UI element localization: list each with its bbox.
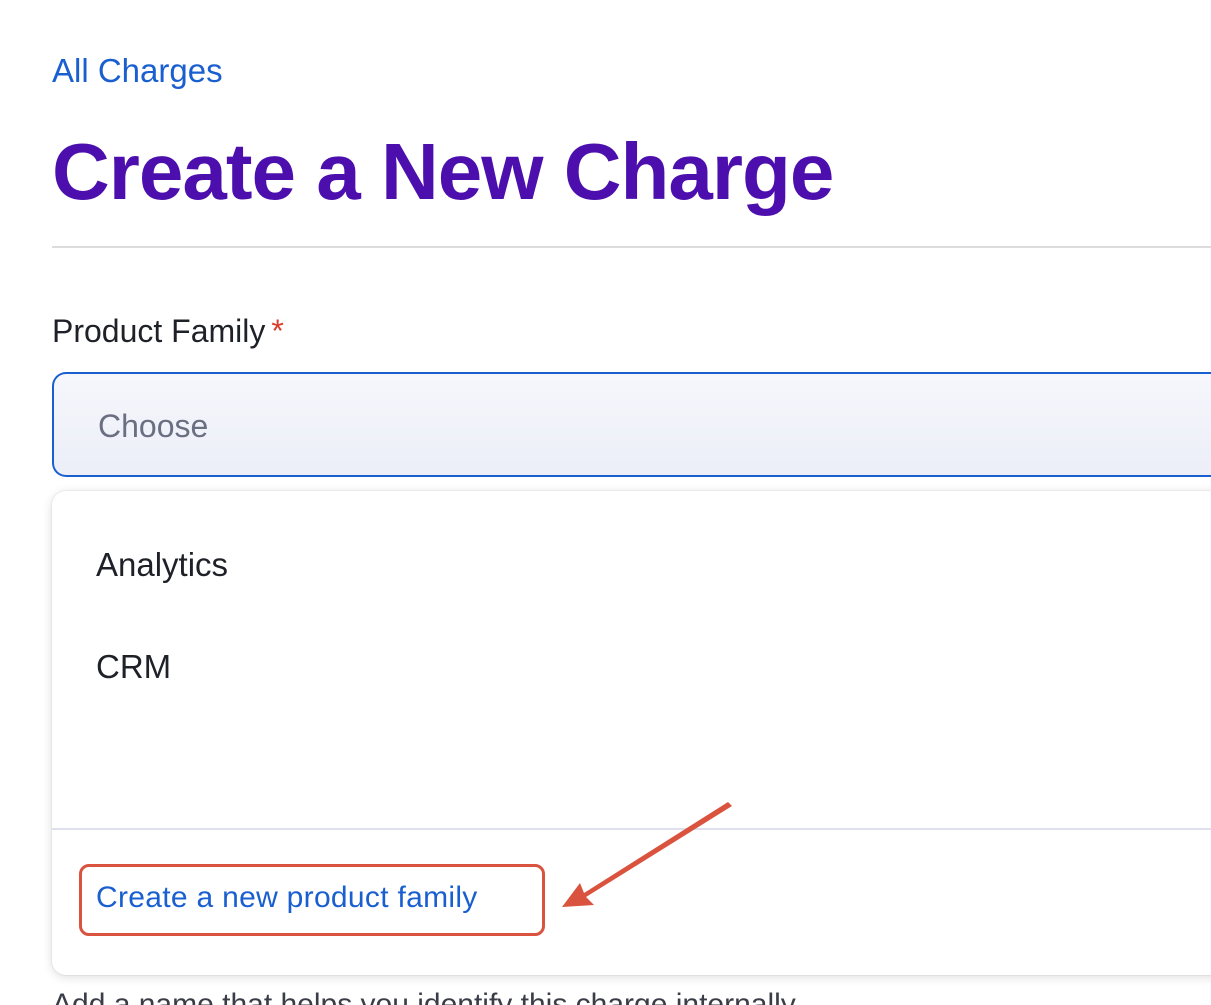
breadcrumb-all-charges[interactable]: All Charges — [52, 52, 223, 90]
option-crm[interactable]: CRM — [96, 648, 171, 686]
header-divider — [52, 246, 1211, 248]
page: All Charges Create a New Charge Product … — [0, 0, 1211, 1005]
page-title: Create a New Charge — [52, 127, 834, 216]
dropdown-divider — [52, 828, 1211, 830]
product-family-select[interactable]: Choose — [52, 372, 1211, 477]
required-marker: * — [271, 313, 284, 349]
product-family-label: Product Family * — [52, 313, 284, 350]
create-product-family-link[interactable]: Create a new product family — [96, 881, 478, 915]
select-placeholder: Choose — [98, 408, 209, 444]
product-family-label-text: Product Family — [52, 313, 266, 349]
product-family-dropdown: Analytics CRM Create a new product famil… — [52, 491, 1211, 975]
helper-text: Add a name that helps you identify this … — [52, 988, 802, 1005]
option-analytics[interactable]: Analytics — [96, 546, 228, 584]
